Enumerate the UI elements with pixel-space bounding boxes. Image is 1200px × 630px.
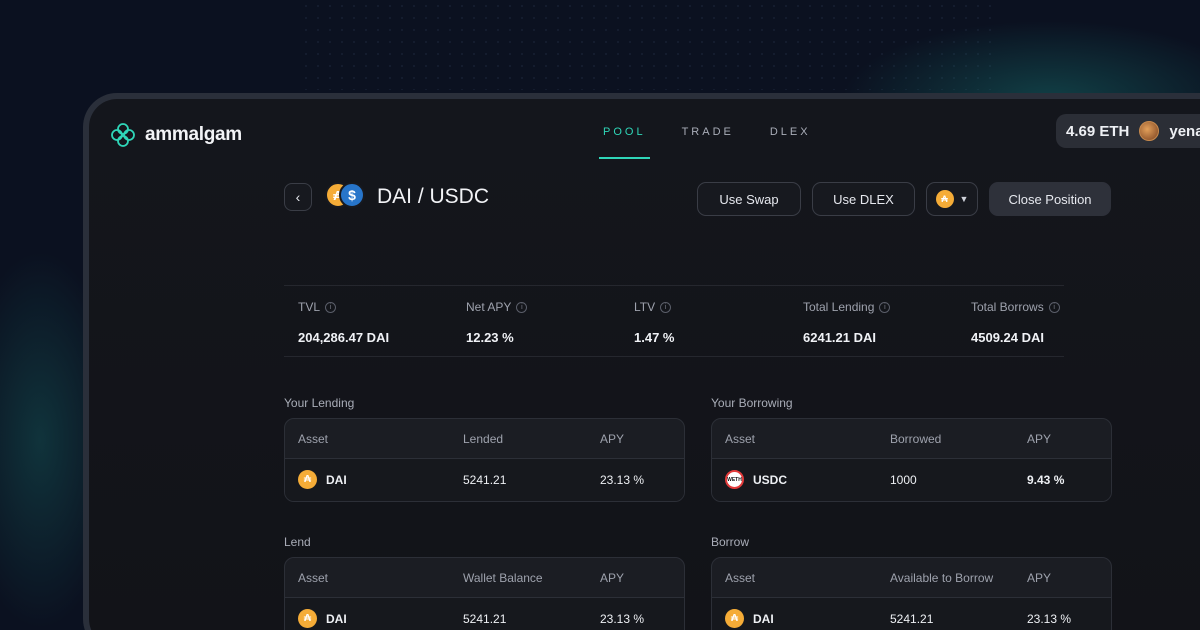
- section-title-lend: Lend: [284, 535, 311, 549]
- info-icon[interactable]: i: [1048, 301, 1060, 313]
- lend-table: Asset Wallet Balance APY ₳ DAI 5241.21 2…: [284, 557, 685, 630]
- your-borrowing-table: Asset Borrowed APY WETH USDC 1000 9.43 %: [711, 418, 1112, 502]
- stat-label: Total Borrows: [971, 300, 1044, 314]
- amount-cell: 5241.21: [463, 612, 507, 626]
- column-header: Asset: [725, 432, 756, 446]
- stat-value: 4509.24 DAI: [971, 330, 1044, 345]
- brand-logo[interactable]: ammalgam: [109, 121, 242, 149]
- stat-ltv: LTV i 1.47 %: [634, 300, 674, 345]
- dai-token-icon: ₳: [935, 190, 954, 208]
- stat-label: LTV: [634, 300, 656, 314]
- brand-name: ammalgam: [145, 124, 242, 145]
- nav-tab-pool[interactable]: POOL: [599, 99, 650, 165]
- asset-name: USDC: [753, 472, 788, 487]
- your-lending-table: Asset Lended APY ₳ DAI 5241.21 23.13 %: [284, 418, 685, 502]
- chevron-left-icon: ‹: [295, 189, 301, 205]
- app-screen: ammalgam POOL TRADE DLEX 4.69 ETH yena ‹…: [89, 99, 1200, 630]
- back-button[interactable]: ‹: [284, 183, 312, 211]
- column-header: Wallet Balance: [463, 571, 543, 585]
- stat-label: Net APY: [466, 300, 512, 314]
- column-header: APY: [1027, 571, 1052, 585]
- apy-cell: 23.13 %: [600, 612, 645, 626]
- top-bar: ammalgam POOL TRADE DLEX 4.69 ETH yena: [89, 99, 1200, 169]
- column-header: APY: [1027, 432, 1052, 446]
- column-header: Asset: [298, 432, 329, 446]
- action-toolbar: Use Swap Use DLEX ₳ ▼ Close Position: [697, 182, 1111, 216]
- stat-value: 1.47 %: [634, 330, 675, 345]
- asset-name: DAI: [753, 611, 774, 626]
- use-swap-button[interactable]: Use Swap: [697, 182, 801, 216]
- section-title-your-lending: Your Lending: [284, 396, 355, 410]
- page-title: DAI / USDC: [377, 185, 490, 208]
- borrow-table: Asset Available to Borrow APY ₳ DAI 5241…: [711, 557, 1112, 630]
- column-header: APY: [600, 571, 625, 585]
- info-icon[interactable]: i: [325, 301, 337, 313]
- pair-header: ‹ ₳ $ DAI / USDC: [284, 182, 489, 212]
- stat-label: TVL: [298, 300, 321, 314]
- stat-tvl: TVL i 204,286.47 DAI: [298, 300, 389, 345]
- stat-value: 12.23 %: [466, 330, 514, 345]
- dai-token-icon: ₳: [725, 609, 744, 628]
- device-frame: ammalgam POOL TRADE DLEX 4.69 ETH yena ‹…: [83, 93, 1200, 630]
- amount-cell: 1000: [890, 473, 917, 487]
- column-header: Available to Borrow: [890, 571, 994, 585]
- amount-cell: 5241.21: [890, 612, 934, 626]
- table-row[interactable]: ₳ DAI 5241.21 23.13 %: [285, 459, 684, 501]
- table-row[interactable]: ₳ DAI 5241.21 23.13 %: [285, 598, 684, 630]
- weth-token-icon: WETH: [725, 470, 744, 489]
- section-title-your-borrowing: Your Borrowing: [711, 396, 793, 410]
- apy-cell: 9.43 %: [1027, 473, 1065, 487]
- wallet-balance: 4.69 ETH: [1066, 122, 1130, 140]
- column-header: APY: [600, 432, 625, 446]
- wallet-username: yena: [1169, 122, 1200, 140]
- stat-value: 6241.21 DAI: [803, 330, 876, 345]
- column-header: Borrowed: [890, 432, 942, 446]
- token-select-dropdown[interactable]: ₳ ▼: [926, 182, 978, 216]
- amount-cell: 5241.21: [463, 473, 507, 487]
- table-header: Asset Wallet Balance APY: [285, 558, 684, 598]
- table-header: Asset Lended APY: [285, 419, 684, 459]
- stat-total-borrows: Total Borrows i 4509.24 DAI: [971, 300, 1060, 345]
- section-title-borrow: Borrow: [711, 535, 750, 549]
- use-dlex-button[interactable]: Use DLEX: [812, 182, 915, 216]
- chevron-down-icon: ▼: [959, 194, 969, 204]
- table-row[interactable]: WETH USDC 1000 9.43 %: [712, 459, 1111, 501]
- info-icon[interactable]: i: [660, 301, 672, 313]
- background-dots: [300, 0, 1000, 90]
- stat-net-apy: Net APY i 12.23 %: [466, 300, 528, 345]
- asset-name: DAI: [326, 611, 347, 626]
- table-header: Asset Available to Borrow APY: [712, 558, 1111, 598]
- asset-name: DAI: [326, 472, 347, 487]
- avatar: [1139, 121, 1160, 141]
- column-header: Lended: [463, 432, 504, 446]
- pair-icons: ₳ $: [325, 182, 369, 212]
- apy-cell: 23.13 %: [600, 473, 645, 487]
- info-icon[interactable]: i: [879, 301, 891, 313]
- table-row[interactable]: ₳ DAI 5241.21 23.13 %: [712, 598, 1111, 630]
- usdc-token-icon: $: [339, 182, 365, 208]
- close-position-button[interactable]: Close Position: [989, 182, 1111, 216]
- apy-cell: 23.13 %: [1027, 612, 1072, 626]
- stat-label: Total Lending: [803, 300, 875, 314]
- main-nav: POOL TRADE DLEX: [599, 99, 843, 165]
- stat-value: 204,286.47 DAI: [298, 330, 390, 345]
- info-icon[interactable]: i: [516, 301, 528, 313]
- ammalgam-logo-icon: [111, 123, 135, 147]
- dai-token-icon: ₳: [298, 470, 317, 489]
- column-header: Asset: [298, 571, 329, 585]
- pool-stats: TVL i 204,286.47 DAI Net APY i 12.23 % L…: [284, 285, 1064, 357]
- column-header: Asset: [725, 571, 756, 585]
- stat-total-lending: Total Lending i 6241.21 DAI: [803, 300, 891, 345]
- wallet-button[interactable]: 4.69 ETH yena: [1056, 114, 1200, 148]
- nav-tab-dlex[interactable]: DLEX: [766, 99, 815, 165]
- nav-tab-trade[interactable]: TRADE: [678, 99, 738, 165]
- table-header: Asset Borrowed APY: [712, 419, 1111, 459]
- dai-token-icon: ₳: [298, 609, 317, 628]
